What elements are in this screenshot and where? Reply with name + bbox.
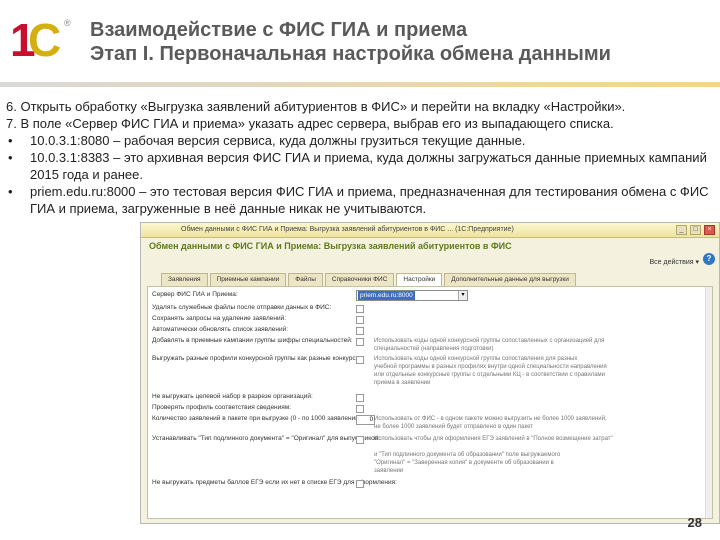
window-titlebar: Обмен данными с ФИС ГИА и Приема: Выгруз… [141, 223, 719, 238]
tab-extra-data[interactable]: Дополнительные данные для выгрузки [444, 273, 576, 286]
logo-registered: ® [64, 18, 71, 28]
bullet-text: 10.0.3.1:8383 – это архивная версия ФИС … [30, 150, 707, 182]
step-6: 6. Открыть обработку «Выгрузка заявлений… [6, 99, 626, 114]
setting-note: "Оригинал" = "Заверенная копия" в докуме… [374, 460, 554, 466]
setting-checkbox[interactable] [356, 436, 364, 444]
setting-label: Сохранять запросы на удаление заявлений: [152, 315, 287, 322]
setting-checkbox[interactable] [356, 480, 364, 488]
setting-label: Выгружать разные профили конкурсной груп… [152, 355, 363, 362]
slide-header: 1 С ® Взаимодействие с ФИС ГИА и приема … [0, 0, 720, 87]
setting-checkbox[interactable] [356, 405, 364, 413]
window-title: Обмен данными с ФИС ГИА и Приема: Выгруз… [181, 226, 514, 233]
1c-logo: 1 С ® [8, 16, 78, 64]
bullet-symbol: • [8, 184, 13, 199]
slide-title-line1: Взаимодействие с ФИС ГИА и приема [90, 19, 468, 41]
setting-checkbox[interactable] [356, 356, 364, 364]
instructions: 6. Открыть обработку «Выгрузка заявлений… [6, 98, 714, 217]
setting-note: и "Тип подлинного документа об образован… [374, 452, 561, 458]
chevron-down-icon[interactable]: ▾ [458, 291, 467, 300]
bullet-item: • priem.edu.ru:8000 – это тестовая верси… [6, 183, 714, 217]
setting-note: или отдельные конкурсные группы с отдель… [374, 372, 606, 378]
minimize-icon[interactable]: _ [676, 225, 687, 235]
server-label: Сервер ФИС ГИА и Приема: [152, 291, 238, 298]
maximize-icon[interactable]: □ [690, 225, 701, 235]
slide-title-line2: Этап I. Первоначальная настройка обмена … [90, 43, 611, 65]
bullet-text: priem.edu.ru:8000 – это тестовая версия … [30, 184, 709, 216]
setting-checkbox[interactable] [356, 338, 364, 346]
tab-fis-catalogs[interactable]: Справочники ФИС [324, 273, 395, 286]
setting-label: Не выгружать целевой набор в разрезе орг… [152, 393, 313, 400]
setting-note: Использовать чтобы для оформления ЕГЭ за… [374, 436, 613, 442]
tab-settings[interactable]: Настройки [396, 273, 443, 286]
setting-note: приема в заявлении [374, 380, 431, 386]
logo-c: С [28, 14, 62, 66]
bullet-item: • 10.0.3.1:8383 – это архивная версия ФИ… [6, 149, 714, 183]
bullet-symbol: • [8, 133, 13, 148]
window-controls: _ □ × [676, 225, 715, 235]
setting-note: Использовать от ФИС - в одном пакете мож… [374, 416, 607, 422]
setting-note: заявлении [374, 468, 404, 474]
page-number: 28 [687, 515, 702, 530]
tab-bar: Заявления Приемные кампании Файлы Справо… [161, 273, 576, 286]
setting-checkbox[interactable] [356, 327, 364, 335]
settings-panel: Сервер ФИС ГИА и Приема: priem.edu.ru:80… [147, 286, 713, 519]
setting-note: Использовать коды одной конкурсной групп… [374, 338, 605, 344]
setting-label: Добавлять в приемные кампании группы шиф… [152, 337, 353, 344]
exchange-window: Обмен данными с ФИС ГИА и Приема: Выгруз… [140, 222, 720, 524]
setting-note: не более 1000 заявлений будет отправлено… [374, 424, 534, 430]
setting-checkbox[interactable] [356, 305, 364, 313]
server-select[interactable]: priem.edu.ru:8000 ▾ [356, 290, 468, 301]
setting-label: Устанавливать "Тип подлинного документа"… [152, 435, 380, 442]
setting-label: Удалять служебные файлы после отправки д… [152, 304, 332, 311]
setting-checkbox[interactable] [356, 394, 364, 402]
server-value: priem.edu.ru:8000 [358, 291, 415, 300]
form-title: Обмен данными с ФИС ГИА и Приема: Выгруз… [149, 241, 512, 251]
setting-note: учебной программы в разных профилях внут… [374, 364, 607, 370]
scrollbar[interactable] [705, 287, 712, 518]
batch-size-field[interactable]: 0 [356, 415, 375, 425]
setting-note: Использовать коды одной конкурсной групп… [374, 356, 578, 362]
tab-campaigns[interactable]: Приемные кампании [209, 273, 287, 286]
tab-applications[interactable]: Заявления [161, 273, 208, 286]
close-icon[interactable]: × [704, 225, 715, 235]
setting-label: Количество заявлений в пакете при выгруз… [152, 415, 363, 422]
header-divider [0, 82, 720, 87]
setting-checkbox[interactable] [356, 316, 364, 324]
bullet-text: 10.0.3.1:8080 – рабочая версия сервиса, … [30, 133, 526, 148]
setting-label: Автоматически обновлять список заявлений… [152, 326, 289, 333]
step-7: 7. В поле «Сервер ФИС ГИА и приема» указ… [6, 116, 614, 131]
setting-note: специальностей (направления подготовки) [374, 346, 494, 352]
help-icon[interactable]: ? [703, 253, 715, 265]
bullet-item: • 10.0.3.1:8080 – рабочая версия сервиса… [6, 132, 714, 149]
tab-files[interactable]: Файлы [288, 273, 323, 286]
all-actions-menu[interactable]: Все действия ▾ [650, 258, 699, 266]
setting-label: Проверять профиль соответствия сведениям… [152, 404, 292, 411]
slide-title: Взаимодействие с ФИС ГИА и приема Этап I… [90, 18, 710, 66]
bullet-symbol: • [8, 150, 13, 165]
